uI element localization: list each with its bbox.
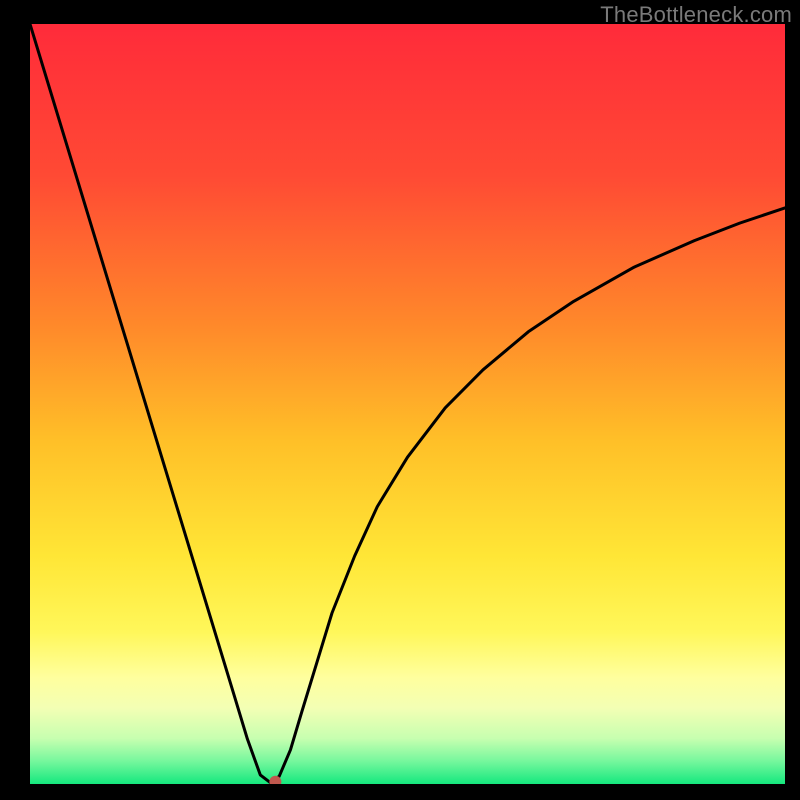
chart-plot-area [30,24,785,784]
watermark-text: TheBottleneck.com [600,2,792,28]
chart-frame: TheBottleneck.com [0,0,800,800]
chart-svg [30,24,785,784]
chart-background-gradient [30,24,785,784]
